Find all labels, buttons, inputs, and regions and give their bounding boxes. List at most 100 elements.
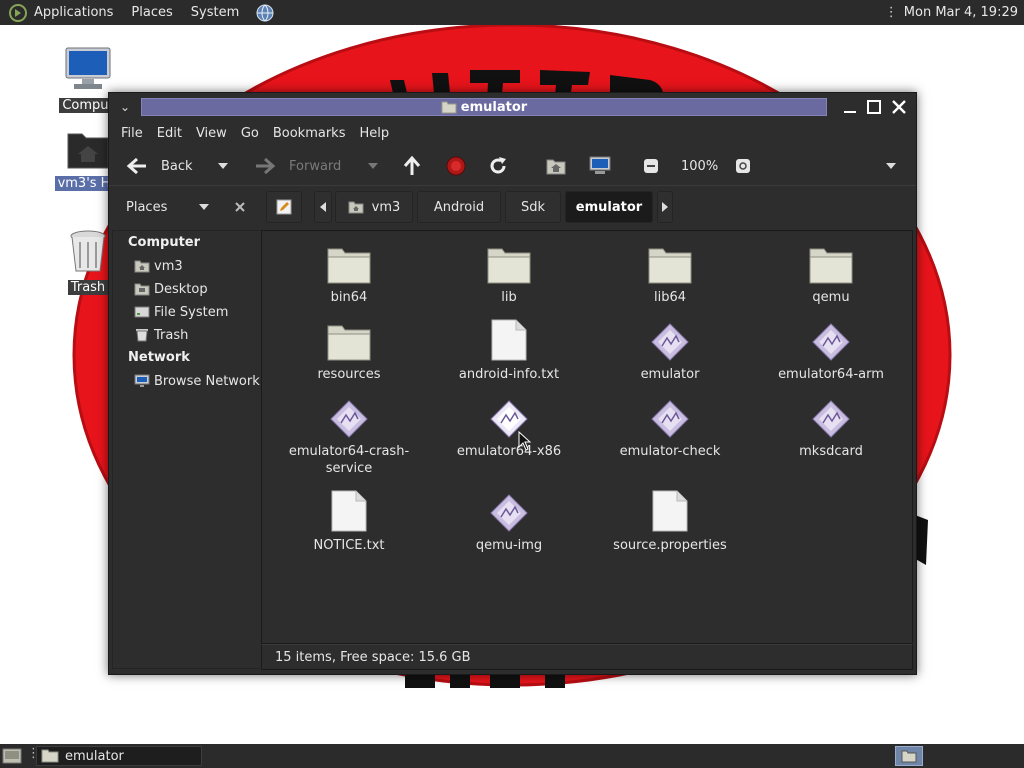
breadcrumb-sdk[interactable]: Sdk [505, 191, 561, 223]
show-desktop-icon[interactable] [2, 747, 22, 765]
file-item[interactable]: NOTICE.txt [274, 485, 424, 554]
back-label: Back [161, 158, 193, 174]
file-item[interactable]: lib [434, 237, 584, 306]
taskbar-window-button[interactable]: emulator [36, 746, 202, 766]
file-item[interactable]: emulator64-arm [756, 314, 906, 383]
sidebar-heading-network: Network [128, 350, 190, 365]
sidebar-item-desktop[interactable]: Desktop [134, 279, 208, 299]
desktop-icon-label: Trash [67, 280, 109, 295]
home-folder-icon [348, 201, 364, 214]
sidebar-item-file-system[interactable]: File System [134, 302, 228, 322]
places-sidebar: Computer vm3 Desktop File System Trash N… [112, 230, 260, 669]
sidebar-item-vm3[interactable]: vm3 [134, 256, 183, 276]
minimize-icon [844, 111, 856, 113]
path-scroll-left-button[interactable] [314, 191, 332, 223]
breadcrumb-vm3[interactable]: vm3 [335, 191, 413, 223]
window-menu-button[interactable]: ⌄ [115, 97, 135, 117]
file-name: emulator-check [619, 444, 721, 459]
desktop-folder-icon [134, 283, 150, 296]
system-menu[interactable]: System [191, 5, 239, 20]
back-history-dropdown[interactable] [217, 151, 235, 181]
stop-button[interactable] [445, 151, 471, 181]
file-item[interactable]: emulator64-x86 [434, 391, 584, 460]
minimize-button[interactable] [839, 96, 861, 118]
zoom-in-icon [736, 159, 750, 173]
file-name: emulator64-x86 [456, 444, 562, 459]
menu-view[interactable]: View [196, 126, 227, 141]
file-name: emulator64-arm [778, 367, 884, 382]
folder-icon [327, 248, 371, 284]
menu-bookmarks[interactable]: Bookmarks [273, 126, 346, 141]
file-name: qemu [812, 290, 850, 305]
breadcrumb-emulator[interactable]: emulator [565, 191, 653, 223]
menu-go[interactable]: Go [241, 126, 259, 141]
file-name: lib [501, 290, 517, 305]
file-item[interactable]: emulator-check [595, 391, 745, 460]
executable-icon [330, 400, 368, 438]
computer-button[interactable] [589, 151, 615, 181]
file-item[interactable]: qemu-img [434, 485, 584, 554]
maximize-button[interactable] [863, 96, 885, 118]
file-item[interactable]: bin64 [274, 237, 424, 306]
text-file-icon [491, 319, 527, 361]
file-item[interactable]: qemu [756, 237, 906, 306]
forward-button[interactable]: Forward [253, 151, 357, 181]
title-strip[interactable]: emulator [141, 98, 827, 116]
file-manager-window: ⌄ emulator File Edit View Go Bookmarks H… [108, 92, 917, 675]
sidebar-item-label: vm3 [154, 258, 183, 274]
chevron-down-icon [218, 163, 228, 169]
window-titlebar[interactable]: ⌄ emulator [109, 93, 916, 121]
file-item[interactable]: source.properties [595, 485, 745, 554]
sidebar-selector[interactable]: Places [113, 190, 259, 224]
zoom-level[interactable]: 100% [681, 151, 721, 181]
menu-file[interactable]: File [121, 126, 143, 141]
bottom-panel: ⋮ emulator [0, 744, 1024, 768]
menu-edit[interactable]: Edit [157, 126, 182, 141]
file-name: emulator [640, 367, 700, 382]
mate-logo-icon[interactable] [8, 3, 28, 23]
status-bar: 15 items, Free space: 15.6 GB [261, 644, 913, 670]
menu-help[interactable]: Help [359, 126, 389, 141]
close-sidebar-icon[interactable] [234, 201, 246, 213]
zoom-out-icon [644, 159, 658, 173]
file-item[interactable]: lib64 [595, 237, 745, 306]
file-name: NOTICE.txt [313, 538, 385, 553]
file-item[interactable]: mksdcard [756, 391, 906, 460]
folder-icon [327, 325, 371, 361]
file-view[interactable]: bin64 lib lib64 qemu resources android-i… [261, 230, 913, 644]
computer-icon [65, 47, 111, 89]
breadcrumb-label: Sdk [520, 199, 546, 215]
sidebar-item-label: File System [154, 304, 229, 320]
file-item[interactable]: emulator [595, 314, 745, 383]
stop-icon [446, 156, 466, 176]
toolbar-overflow-button[interactable] [885, 151, 903, 181]
workspace-switcher[interactable] [895, 746, 923, 766]
applications-menu[interactable]: Applications [34, 5, 113, 20]
up-button[interactable] [401, 151, 427, 181]
places-menu[interactable]: Places [131, 5, 172, 20]
breadcrumb-android[interactable]: Android [417, 191, 501, 223]
browser-globe-icon[interactable] [255, 3, 275, 23]
folder-icon [901, 750, 917, 763]
zoom-in-button[interactable] [735, 151, 759, 181]
clock[interactable]: Mon Mar 4, 19:29 [904, 5, 1018, 20]
sidebar-item-trash[interactable]: Trash [134, 325, 188, 345]
toggle-location-entry-button[interactable] [266, 191, 302, 223]
edit-location-icon [276, 199, 292, 215]
file-item[interactable]: emulator64-crash-service [274, 391, 424, 477]
back-button[interactable]: Back [125, 151, 217, 181]
home-button[interactable] [545, 151, 571, 181]
zoom-out-button[interactable] [643, 151, 667, 181]
sidebar-heading-computer: Computer [128, 235, 201, 250]
file-item[interactable]: resources [274, 314, 424, 383]
file-item[interactable]: android-info.txt [434, 314, 584, 383]
path-scroll-right-button[interactable] [657, 191, 673, 223]
location-bar: Places vm3 Android Sdk emulator [109, 185, 916, 229]
executable-icon [490, 494, 528, 532]
sidebar-item-browse-network[interactable]: Browse Network [134, 371, 260, 391]
close-button[interactable] [888, 96, 910, 118]
forward-history-dropdown[interactable] [367, 151, 385, 181]
executable-icon [651, 400, 689, 438]
folder-icon [648, 248, 692, 284]
reload-button[interactable] [487, 151, 513, 181]
